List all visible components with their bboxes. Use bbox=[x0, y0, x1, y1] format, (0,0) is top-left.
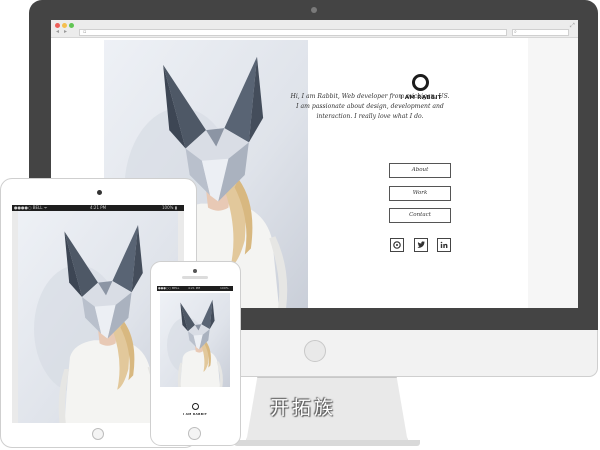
iphone-home-button[interactable] bbox=[188, 427, 201, 440]
contact-button[interactable]: Contact bbox=[389, 208, 451, 223]
chevron-left-icon[interactable]: ◂ bbox=[56, 29, 59, 35]
ipad-home-button[interactable] bbox=[92, 428, 104, 440]
iphone-site-logo-icon[interactable] bbox=[192, 403, 199, 410]
iphone-carrier: ●●●○○ BELL bbox=[158, 286, 180, 290]
pinterest-icon[interactable] bbox=[390, 238, 404, 252]
search-icon: ⌕ bbox=[514, 29, 517, 35]
iphone-speaker bbox=[182, 276, 208, 279]
site-intro: Hi, I am Rabbit, Web developer from mich… bbox=[290, 93, 450, 120]
site-logo-icon[interactable] bbox=[412, 74, 429, 91]
imac-logo bbox=[304, 340, 326, 362]
ipad-camera bbox=[97, 190, 102, 195]
browser-search-input[interactable]: ⌕ bbox=[512, 29, 569, 36]
address-bar[interactable]: ▫ bbox=[79, 29, 507, 36]
resize-icon[interactable]: ⤢ bbox=[570, 22, 575, 30]
iphone-camera bbox=[193, 269, 197, 273]
twitter-icon[interactable] bbox=[414, 238, 428, 252]
iphone-battery: 100% bbox=[220, 286, 229, 290]
imac-camera bbox=[311, 7, 317, 13]
iphone-time: 4:21 PM bbox=[188, 286, 201, 290]
about-button[interactable]: About bbox=[389, 163, 451, 178]
iphone-screen: ●●●○○ BELL 4:21 PM 100% I AM RABBIT bbox=[157, 286, 233, 420]
iphone-site-brand: I AM RABBIT bbox=[182, 412, 208, 416]
linkedin-icon[interactable] bbox=[437, 238, 451, 252]
browser-toolbar: ◂ ▸ ▫ ⌕ ⤢ bbox=[51, 20, 578, 38]
iphone-hero-photo bbox=[160, 293, 230, 387]
imac-stand-base bbox=[234, 440, 420, 446]
maximize-window-button[interactable] bbox=[69, 23, 74, 28]
chevron-right-icon[interactable]: ▸ bbox=[64, 29, 67, 35]
watermark-text: 开拓族 bbox=[270, 397, 337, 419]
iphone-status-bar: ●●●○○ BELL 4:21 PM 100% bbox=[157, 286, 233, 291]
page-icon: ▫ bbox=[83, 29, 87, 35]
page-gutter bbox=[528, 38, 578, 308]
work-button[interactable]: Work bbox=[389, 186, 451, 201]
